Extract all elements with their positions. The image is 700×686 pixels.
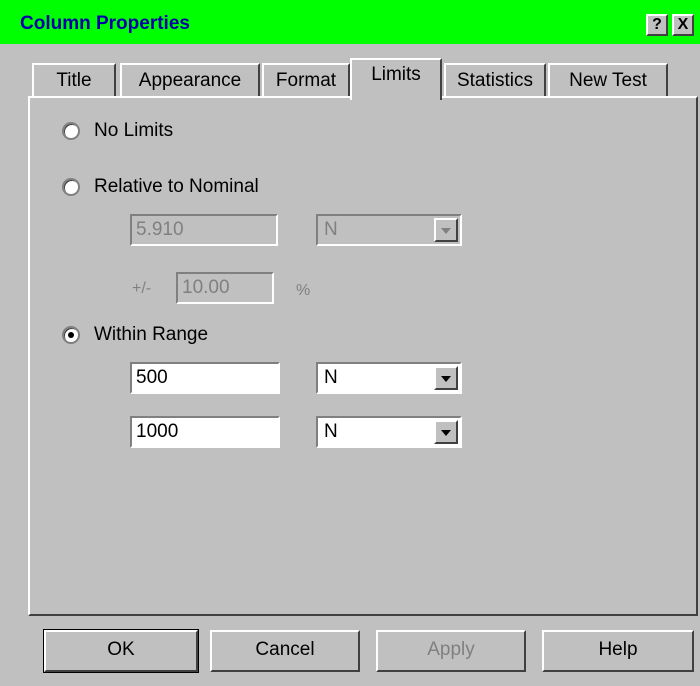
tab-format[interactable]: Format xyxy=(262,63,350,97)
within-range-radio[interactable] xyxy=(62,326,80,344)
help-button[interactable]: Help xyxy=(542,630,694,672)
within-range-label: Within Range xyxy=(94,324,209,345)
tab-statistics[interactable]: Statistics xyxy=(444,63,546,97)
help-icon[interactable]: ? xyxy=(646,14,668,36)
tolerance-value-field[interactable]: 10.00 xyxy=(176,272,274,304)
nominal-unit-value: N xyxy=(324,219,338,240)
relative-to-nominal-radio[interactable] xyxy=(62,178,80,196)
range-low-field[interactable]: 500 xyxy=(130,362,280,394)
range-high-field[interactable]: 1000 xyxy=(130,416,280,448)
relative-to-nominal-label: Relative to Nominal xyxy=(94,176,259,197)
range-high-unit-select[interactable]: N xyxy=(316,416,462,448)
no-limits-option[interactable]: No Limits xyxy=(62,118,173,144)
tab-strip: Title Appearance Format Limits Statistic… xyxy=(0,58,700,100)
nominal-unit-select[interactable]: N xyxy=(316,214,462,246)
ok-button[interactable]: OK xyxy=(43,629,199,673)
chevron-down-icon[interactable] xyxy=(434,366,458,390)
nominal-value-field[interactable]: 5.910 xyxy=(130,214,278,246)
percent-label: % xyxy=(296,282,311,299)
range-low-unit-value: N xyxy=(324,367,338,388)
within-range-option[interactable]: Within Range xyxy=(62,322,208,348)
window-title: Column Properties xyxy=(20,13,190,34)
plusminus-label: +/- xyxy=(132,280,152,297)
tab-title[interactable]: Title xyxy=(32,63,116,97)
no-limits-radio[interactable] xyxy=(62,122,80,140)
range-high-unit-value: N xyxy=(324,421,338,442)
relative-to-nominal-option[interactable]: Relative to Nominal xyxy=(62,174,259,200)
tab-appearance[interactable]: Appearance xyxy=(120,63,260,97)
chevron-down-icon[interactable] xyxy=(434,420,458,444)
no-limits-label: No Limits xyxy=(94,120,174,141)
range-low-unit-select[interactable]: N xyxy=(316,362,462,394)
tab-new-test[interactable]: New Test xyxy=(548,63,668,97)
cancel-button[interactable]: Cancel xyxy=(210,630,360,672)
close-icon[interactable]: X xyxy=(672,14,694,36)
title-bar: Column Properties ? X xyxy=(0,0,700,44)
chevron-down-icon[interactable] xyxy=(434,218,458,242)
tab-limits[interactable]: Limits xyxy=(350,58,442,100)
apply-button[interactable]: Apply xyxy=(376,630,526,672)
